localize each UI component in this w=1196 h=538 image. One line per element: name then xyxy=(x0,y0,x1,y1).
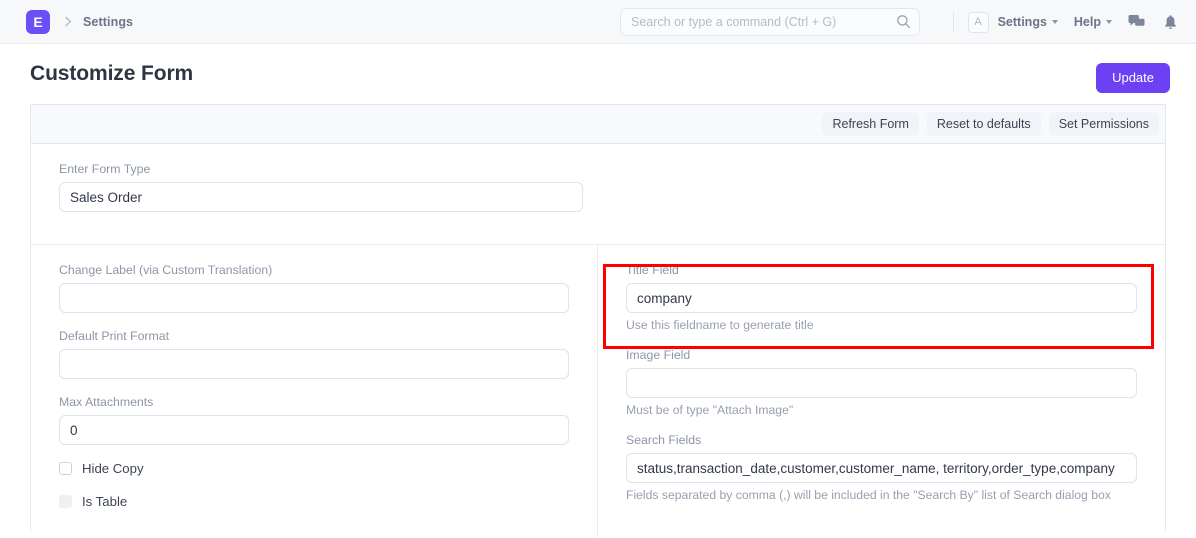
nav-help-label: Help xyxy=(1073,15,1101,29)
app-logo[interactable]: E xyxy=(26,9,50,34)
top-navbar: E Settings A Settings Help xyxy=(0,0,1196,44)
search-input[interactable] xyxy=(620,8,920,36)
field-search-fields: Search Fields Fields separated by comma … xyxy=(626,433,1137,502)
form-type-input[interactable] xyxy=(59,182,583,212)
reset-to-defaults-button[interactable]: Reset to defaults xyxy=(926,112,1041,136)
search-fields-label: Search Fields xyxy=(626,433,702,447)
field-form-type: Enter Form Type xyxy=(59,162,583,212)
field-max-attachments: Max Attachments xyxy=(59,395,569,445)
avatar[interactable]: A xyxy=(967,11,989,33)
field-title-field: Title Field Use this fieldname to genera… xyxy=(626,263,1137,332)
card-toolbar: Refresh Form Reset to defaults Set Permi… xyxy=(31,105,1165,144)
update-button[interactable]: Update xyxy=(1096,63,1170,94)
navbar-divider xyxy=(952,11,954,33)
customize-form-card: Refresh Form Reset to defaults Set Permi… xyxy=(30,104,1166,537)
nav-help-menu[interactable]: Help xyxy=(1074,15,1112,29)
form-columns: Change Label (via Custom Translation) De… xyxy=(31,245,1165,537)
field-change-label: Change Label (via Custom Translation) xyxy=(59,263,569,313)
app-root: E Settings A Settings Help xyxy=(0,0,1196,538)
change-label-label: Change Label (via Custom Translation) xyxy=(59,263,273,277)
chevron-down-icon xyxy=(1051,20,1058,24)
title-field-input[interactable] xyxy=(626,283,1137,313)
search-fields-help: Fields separated by comma (,) will be in… xyxy=(626,488,1111,502)
change-label-input[interactable] xyxy=(59,283,569,313)
refresh-form-button[interactable]: Refresh Form xyxy=(822,112,919,136)
set-permissions-button[interactable]: Set Permissions xyxy=(1048,112,1159,136)
field-image-field: Image Field Must be of type "Attach Imag… xyxy=(626,348,1137,417)
max-attachments-label: Max Attachments xyxy=(59,395,154,409)
title-field-label: Title Field xyxy=(626,263,679,277)
is-table-label: Is Table xyxy=(82,494,128,509)
search-icon[interactable] xyxy=(896,14,911,29)
checkbox-hide-copy[interactable]: Hide Copy xyxy=(59,461,569,476)
nav-settings-label: Settings xyxy=(997,15,1047,29)
left-column: Change Label (via Custom Translation) De… xyxy=(31,245,598,537)
navbar-right: A Settings Help xyxy=(952,0,1182,44)
bell-icon[interactable] xyxy=(1163,14,1178,31)
right-column: Title Field Use this fieldname to genera… xyxy=(598,245,1165,537)
max-attachments-input[interactable] xyxy=(59,415,569,445)
default-print-format-input[interactable] xyxy=(59,349,569,379)
breadcrumb-settings[interactable]: Settings xyxy=(83,15,133,29)
form-type-section: Enter Form Type xyxy=(31,144,1165,245)
comment-icon[interactable] xyxy=(1128,14,1145,30)
checkbox-is-table[interactable]: Is Table xyxy=(59,494,569,509)
image-field-input[interactable] xyxy=(626,368,1137,398)
hide-copy-label: Hide Copy xyxy=(82,461,144,476)
default-print-format-label: Default Print Format xyxy=(59,329,170,343)
nav-settings-menu[interactable]: Settings xyxy=(998,15,1058,29)
search-fields-input[interactable] xyxy=(626,453,1137,483)
is-table-checkbox[interactable] xyxy=(59,495,72,508)
image-field-help: Must be of type "Attach Image" xyxy=(626,403,794,417)
hide-copy-checkbox[interactable] xyxy=(59,462,72,475)
page-title: Customize Form xyxy=(30,62,194,85)
image-field-label: Image Field xyxy=(626,348,691,362)
field-default-print-format: Default Print Format xyxy=(59,329,569,379)
form-type-label: Enter Form Type xyxy=(59,162,151,176)
global-search[interactable] xyxy=(620,8,920,36)
title-field-help: Use this fieldname to generate title xyxy=(626,318,814,332)
chevron-right-icon xyxy=(63,15,74,28)
chevron-down-icon xyxy=(1106,20,1112,24)
page-header: Customize Form xyxy=(0,44,1196,104)
